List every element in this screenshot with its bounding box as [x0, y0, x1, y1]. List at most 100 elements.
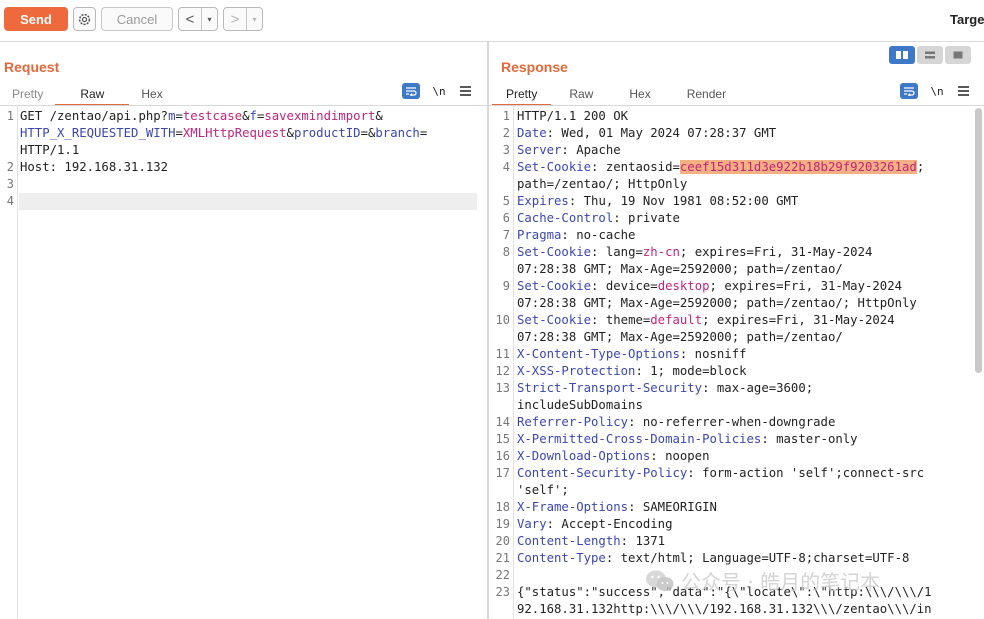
- top-toolbar: Send Cancel < ▾ > ▾ Targe: [0, 0, 984, 42]
- line-text: Content-Type: text/html; Language=UTF-8;…: [517, 550, 909, 567]
- line-number: 4: [502, 160, 510, 174]
- line-number: 1: [6, 109, 14, 123]
- layout-stacked-button[interactable]: [917, 46, 943, 64]
- code-token: branch: [375, 126, 420, 140]
- code-token: : text/html; Language=UTF-8;charset=UTF-…: [605, 551, 910, 565]
- line-number: 19: [495, 517, 510, 531]
- code-token: 92.168.31.132http:\\\/\\\/192.168.31.132…: [517, 602, 932, 616]
- target-label[interactable]: Targe: [950, 12, 984, 27]
- code-token: productID: [293, 126, 361, 140]
- layout-side-by-side-button[interactable]: [889, 46, 915, 64]
- back-history-dropdown[interactable]: ▾: [201, 8, 217, 30]
- line-text: X-Permitted-Cross-Domain-Policies: maste…: [517, 431, 858, 448]
- response-scrollbar[interactable]: [975, 108, 982, 373]
- line-number: 17: [495, 466, 510, 480]
- code-token: &: [242, 109, 250, 123]
- code-token: X-Permitted-Cross-Domain-Policies: [517, 432, 762, 446]
- code-token: : private: [613, 211, 680, 225]
- hamburger-icon: [459, 86, 471, 96]
- back-button[interactable]: <: [179, 8, 201, 30]
- line-text: HTTP_X_REQUESTED_WITH=XMLHttpRequest&pro…: [20, 125, 427, 142]
- code-token: : lang=: [591, 245, 643, 259]
- tab-response-raw[interactable]: Raw: [551, 84, 611, 106]
- forward-history-dropdown[interactable]: ▾: [246, 8, 262, 30]
- show-newlines-button[interactable]: \n: [430, 85, 448, 98]
- response-tabs: Pretty Raw Hex Render: [492, 84, 744, 106]
- settings-button[interactable]: [73, 7, 96, 31]
- cancel-button[interactable]: Cancel: [101, 7, 173, 31]
- line-number: 21: [495, 551, 510, 565]
- code-token: &: [286, 126, 294, 140]
- code-token: ; expires=Fri, 31-May-2024: [709, 279, 903, 293]
- request-editor[interactable]: 1 GET /zentao/api.php?m=testcase&f=savexm…: [0, 106, 487, 619]
- tab-response-render[interactable]: Render: [669, 84, 744, 106]
- line-number: 7: [502, 228, 510, 242]
- code-token: testcase: [182, 109, 243, 123]
- code-token: X-Frame-Options: [517, 500, 629, 514]
- code-token: Set-Cookie: [517, 160, 592, 174]
- editor-menu-button[interactable]: [956, 83, 970, 99]
- single-pane-icon: [953, 51, 963, 59]
- tab-request-pretty[interactable]: Pretty: [0, 84, 55, 106]
- code-token: : no-referrer-when-downgrade: [628, 415, 836, 429]
- code-token: : max-age=3600;: [702, 381, 814, 395]
- code-token: Cache-Control: [517, 211, 614, 225]
- response-pane: Response Pretty Raw Hex Render \n 1 HTTP/…: [489, 42, 984, 619]
- line-text: HTTP/1.1: [20, 142, 79, 159]
- wechat-icon: [646, 570, 674, 591]
- code-token: : noopen: [650, 449, 710, 463]
- code-token: HTTP/1.1: [20, 143, 80, 157]
- rows-icon: [925, 51, 935, 59]
- response-editor[interactable]: 1 HTTP/1.1 200 OK 2 Date: Wed, 01 May 2024 …: [489, 106, 984, 619]
- line-text: Pragma: no-cache: [517, 227, 635, 244]
- line-text: Vary: Accept-Encoding: [517, 516, 672, 533]
- editor-menu-button[interactable]: [458, 83, 472, 99]
- line-number: 20: [495, 534, 510, 548]
- code-token: Referrer-Policy: [517, 415, 629, 429]
- code-token: X-XSS-Protection: [517, 364, 636, 378]
- code-token: Content-Length: [517, 534, 621, 548]
- code-token: : SAMEORIGIN: [628, 500, 717, 514]
- tab-response-pretty[interactable]: Pretty: [492, 84, 552, 106]
- line-number: 16: [495, 449, 510, 463]
- code-token: 07:28:38 GMT; Max-Age=2592000; path=/zen…: [517, 262, 843, 276]
- code-token: zh-cn: [642, 245, 680, 259]
- code-token: : Wed, 01 May 2024 07:28:37 GMT: [546, 126, 777, 140]
- line-number: 2: [502, 126, 510, 140]
- code-token: : Apache: [561, 143, 621, 157]
- request-tabs: Pretty Raw Hex: [0, 84, 175, 106]
- forward-button[interactable]: >: [224, 8, 246, 30]
- tab-response-hex[interactable]: Hex: [611, 84, 668, 106]
- response-editor-actions: \n: [900, 83, 970, 99]
- line-text: Host: 192.168.31.132: [20, 159, 168, 176]
- line-text: Expires: Thu, 19 Nov 1981 08:52:00 GMT: [517, 193, 798, 210]
- line-text: includeSubDomains: [517, 397, 643, 414]
- code-token: : 1; mode=block: [635, 364, 747, 378]
- code-token: GET /zentao/api.php?: [20, 109, 169, 123]
- line-number: 18: [495, 500, 510, 514]
- request-pane: Request Pretty Raw Hex \n 1 GET /zentao/a…: [0, 42, 487, 619]
- line-text: Date: Wed, 01 May 2024 07:28:37 GMT: [517, 125, 776, 142]
- code-token: 07:28:38 GMT; Max-Age=2592000; path=/zen…: [517, 330, 843, 344]
- line-text: 'self';: [517, 482, 569, 499]
- line-number: 15: [495, 432, 510, 446]
- code-token: : form-action 'self';connect-src: [687, 466, 925, 480]
- code-token: desktop: [657, 279, 710, 293]
- layout-tabs-button[interactable]: [945, 46, 971, 64]
- code-token: Set-Cookie: [517, 279, 592, 293]
- wrap-toggle-button[interactable]: [900, 83, 918, 99]
- send-button[interactable]: Send: [4, 7, 68, 31]
- tab-request-raw[interactable]: Raw: [55, 84, 130, 106]
- code-token: : zentaosid=: [591, 160, 680, 174]
- selected-text: ceef15d311d3e922b18b29f9203261ad: [679, 160, 917, 174]
- tab-request-hex[interactable]: Hex: [129, 84, 174, 106]
- code-token: : no-cache: [561, 228, 636, 242]
- show-newlines-button[interactable]: \n: [928, 85, 946, 98]
- code-token: Set-Cookie: [517, 245, 592, 259]
- wrap-toggle-button[interactable]: [402, 83, 420, 99]
- line-number: 14: [495, 415, 510, 429]
- wrap-lines-icon: [406, 87, 417, 96]
- response-title: Response: [501, 59, 568, 75]
- code-token: default: [650, 313, 703, 327]
- gear-icon: [78, 13, 91, 25]
